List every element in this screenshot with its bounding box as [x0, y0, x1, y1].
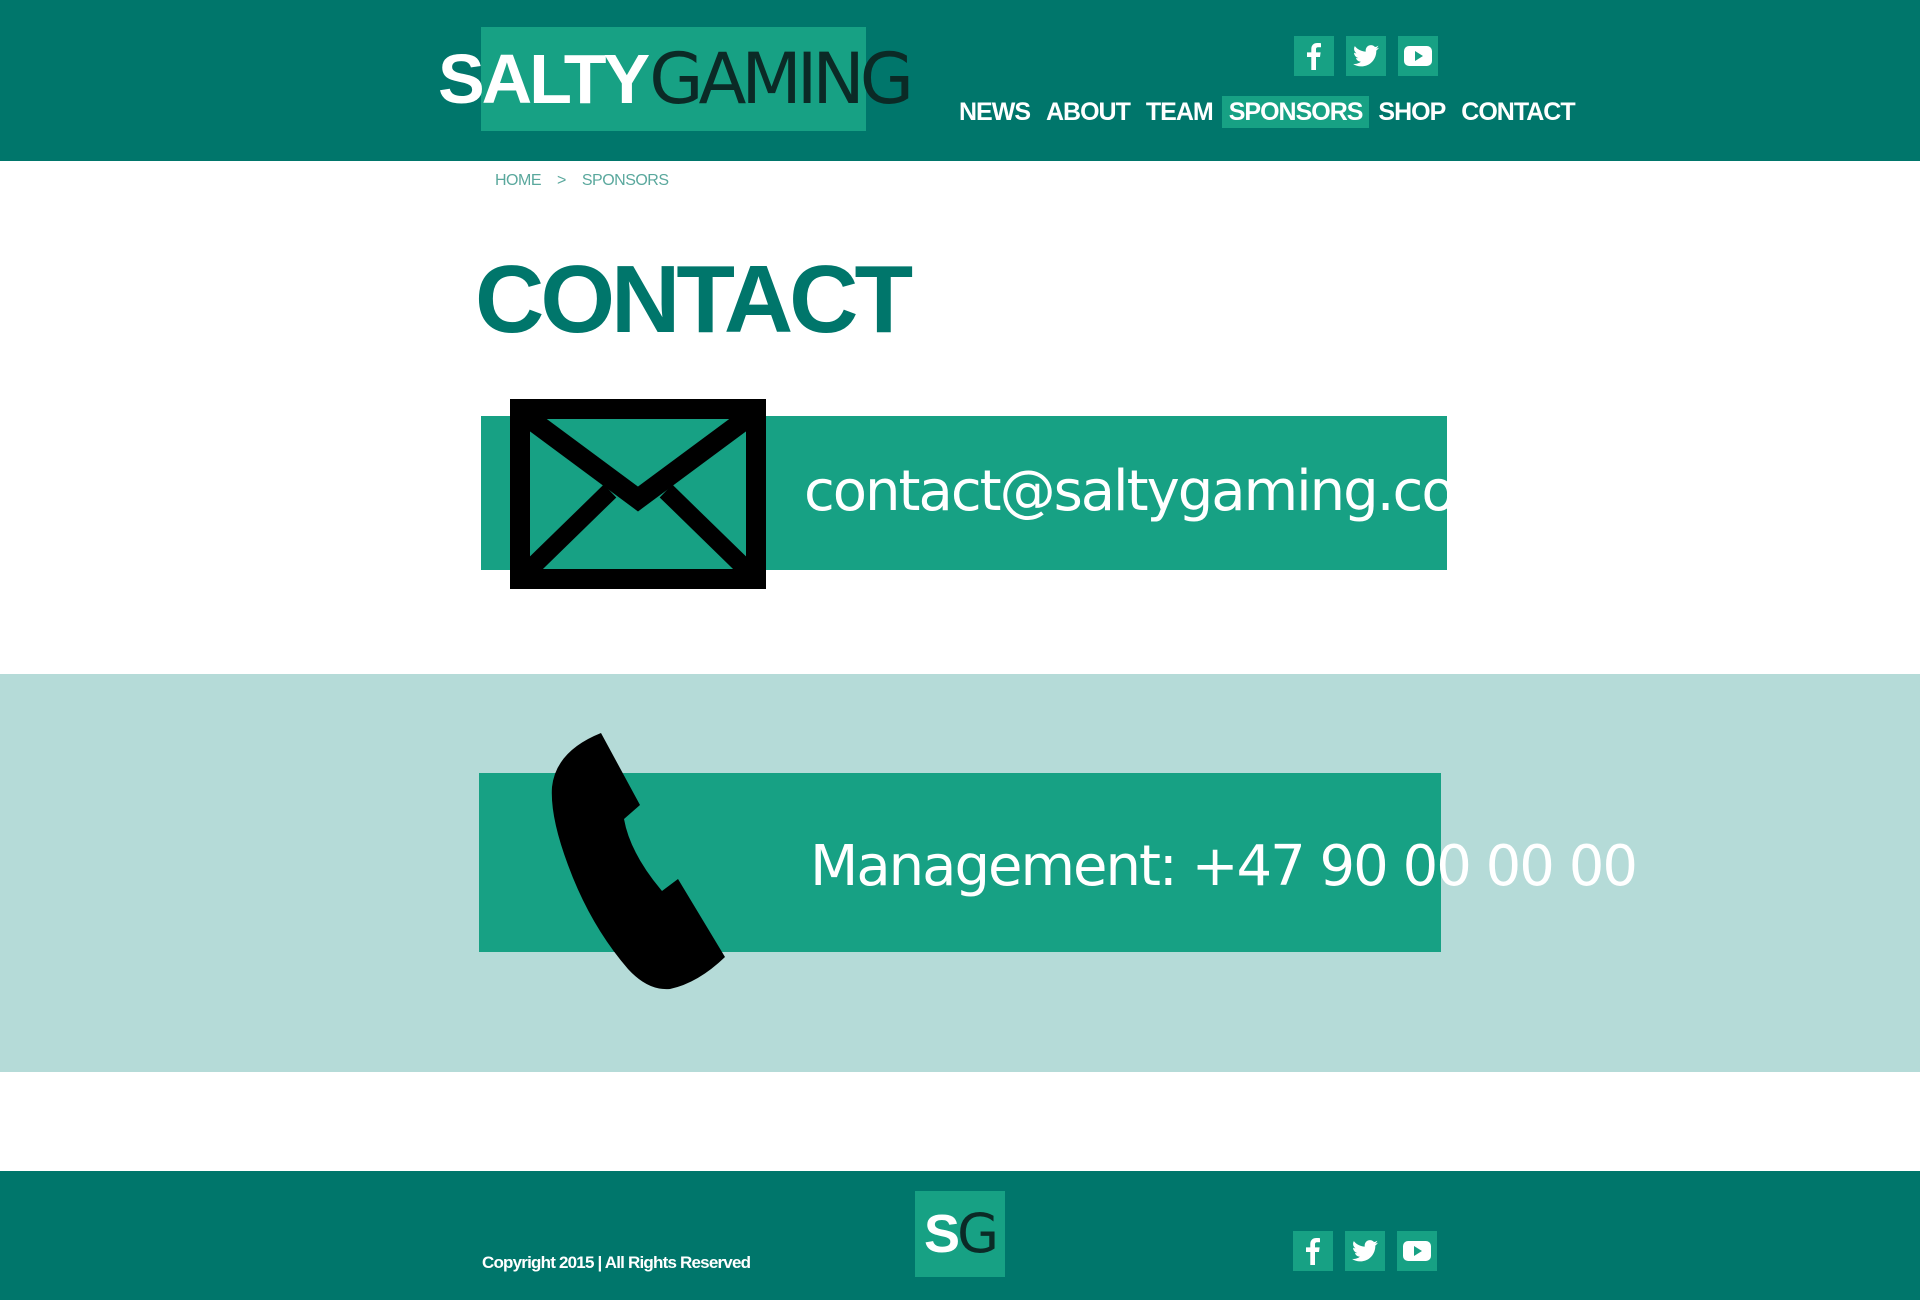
envelope-icon: [510, 399, 766, 589]
twitter-icon: [1352, 1240, 1378, 1262]
breadcrumb-separator: >: [557, 172, 566, 189]
page-title: CONTACT: [475, 246, 913, 353]
footer-logo-g: G: [957, 1202, 999, 1265]
facebook-icon: [1306, 1238, 1320, 1265]
footer-logo-s: S: [924, 1204, 960, 1264]
site-logo[interactable]: SALTY GAMING: [438, 27, 914, 131]
nav-item-news[interactable]: NEWS: [952, 96, 1037, 128]
twitter-link[interactable]: [1345, 1231, 1385, 1271]
facebook-icon: [1307, 43, 1321, 70]
nav-item-team[interactable]: TEAM: [1139, 96, 1220, 128]
logo-text-light: GAMING: [649, 38, 914, 120]
nav-item-contact[interactable]: CONTACT: [1454, 96, 1581, 128]
nav-item-shop[interactable]: SHOP: [1371, 96, 1452, 128]
header-social-links: [1294, 36, 1438, 76]
breadcrumb-home[interactable]: HOME: [495, 172, 542, 190]
youtube-icon: [1404, 46, 1432, 66]
twitter-icon: [1353, 45, 1379, 67]
nav-item-sponsors[interactable]: SPONSORS: [1221, 96, 1370, 128]
nav-item-about[interactable]: ABOUT: [1039, 96, 1137, 128]
facebook-link[interactable]: [1294, 36, 1334, 76]
main-nav: NEWS ABOUT TEAM SPONSORS SHOP CONTACT: [952, 96, 1584, 128]
youtube-link[interactable]: [1398, 36, 1438, 76]
logo-text-strong: SALTY: [437, 40, 650, 118]
phone-icon: [551, 733, 725, 990]
footer-logo[interactable]: SG: [915, 1191, 1005, 1277]
youtube-link[interactable]: [1397, 1231, 1437, 1271]
email-address[interactable]: contact@saltygaming.com: [804, 459, 1508, 525]
twitter-link[interactable]: [1346, 36, 1386, 76]
youtube-icon: [1403, 1241, 1431, 1261]
footer-social-links: [1293, 1231, 1437, 1271]
phone-number[interactable]: Management: +47 90 00 00 00: [810, 834, 1638, 900]
breadcrumb-current[interactable]: SPONSORS: [582, 172, 669, 190]
breadcrumb: HOME > SPONSORS: [495, 172, 669, 190]
copyright-text: Copyright 2015 | All Rights Reserved: [482, 1253, 751, 1272]
facebook-link[interactable]: [1293, 1231, 1333, 1271]
site-header: [0, 0, 1920, 161]
